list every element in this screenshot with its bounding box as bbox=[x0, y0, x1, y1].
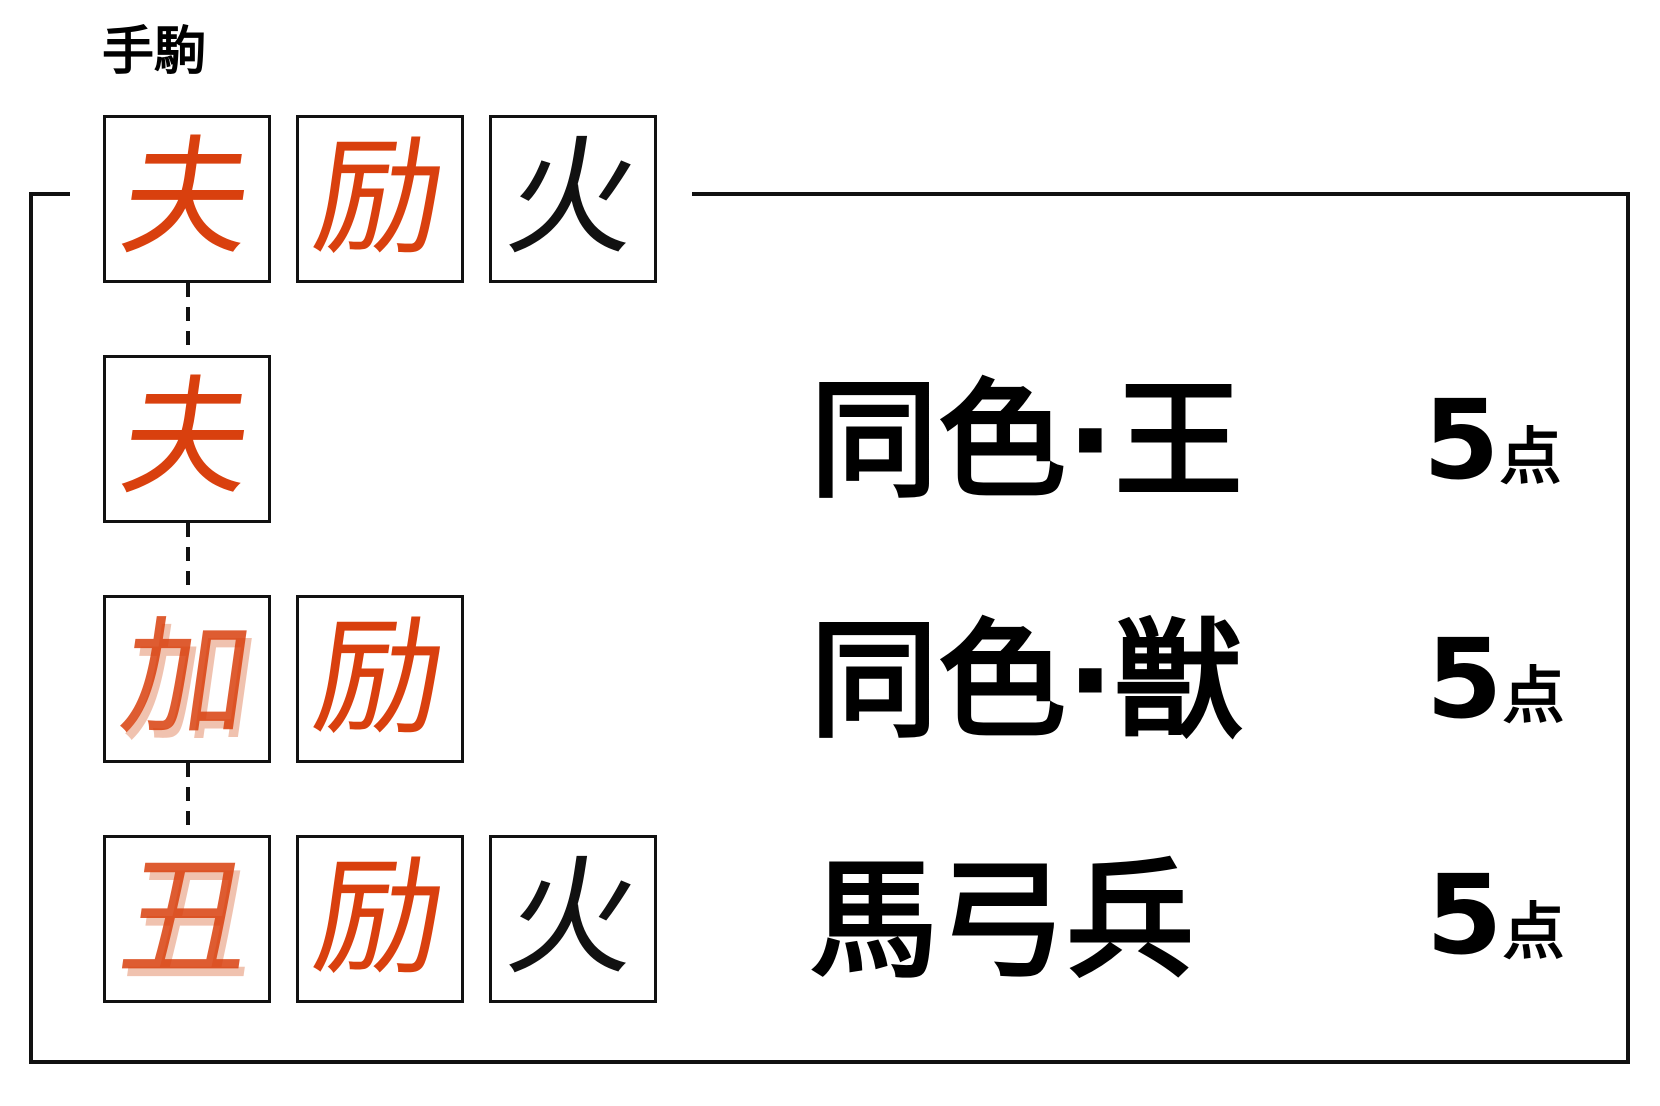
tile-glyph: 火 bbox=[498, 124, 648, 273]
tile-glyph: 励 bbox=[305, 604, 455, 753]
combo-name-row1: 同色·王 bbox=[810, 367, 1243, 516]
hand-tile-1: 夫 bbox=[103, 115, 271, 283]
score-value: 5 bbox=[1426, 851, 1503, 979]
tile-glyph: 夫 bbox=[112, 364, 262, 513]
hand-tile-2: 励 bbox=[296, 115, 464, 283]
row2-tile-1: 加 加 bbox=[103, 595, 271, 763]
combo-name-row2: 同色·獣 bbox=[810, 607, 1243, 756]
hand-label: 手駒 bbox=[102, 22, 207, 82]
combo-diagram: 手駒 夫 励 火 夫 同色·王 5点 加 加 励 同色·獣 5点 丑 丑 励 火… bbox=[0, 0, 1660, 1106]
score-unit: 点 bbox=[1502, 659, 1565, 732]
score-unit: 点 bbox=[1502, 895, 1565, 968]
score-value: 5 bbox=[1423, 376, 1500, 504]
score-unit: 点 bbox=[1499, 420, 1562, 493]
combo-name-row3: 馬弓兵 bbox=[810, 847, 1195, 996]
tile-glyph: 夫 bbox=[112, 124, 262, 273]
row2-tile-2: 励 bbox=[296, 595, 464, 763]
tile-glyph: 火 bbox=[498, 844, 648, 993]
tile-glyph: 励 bbox=[305, 844, 455, 993]
row1-tile-1: 夫 bbox=[103, 355, 271, 523]
tile-glyph: 加 bbox=[112, 604, 262, 753]
score-row1: 5点 bbox=[1423, 385, 1562, 495]
tile-glyph: 丑 bbox=[112, 844, 262, 993]
score-value: 5 bbox=[1426, 615, 1503, 743]
score-row2: 5点 bbox=[1426, 624, 1565, 734]
row3-tile-1: 丑 丑 bbox=[103, 835, 271, 1003]
hand-tile-3: 火 bbox=[489, 115, 657, 283]
row3-tile-2: 励 bbox=[296, 835, 464, 1003]
score-row3: 5点 bbox=[1426, 860, 1565, 970]
row3-tile-3: 火 bbox=[489, 835, 657, 1003]
tile-glyph: 励 bbox=[305, 124, 455, 273]
